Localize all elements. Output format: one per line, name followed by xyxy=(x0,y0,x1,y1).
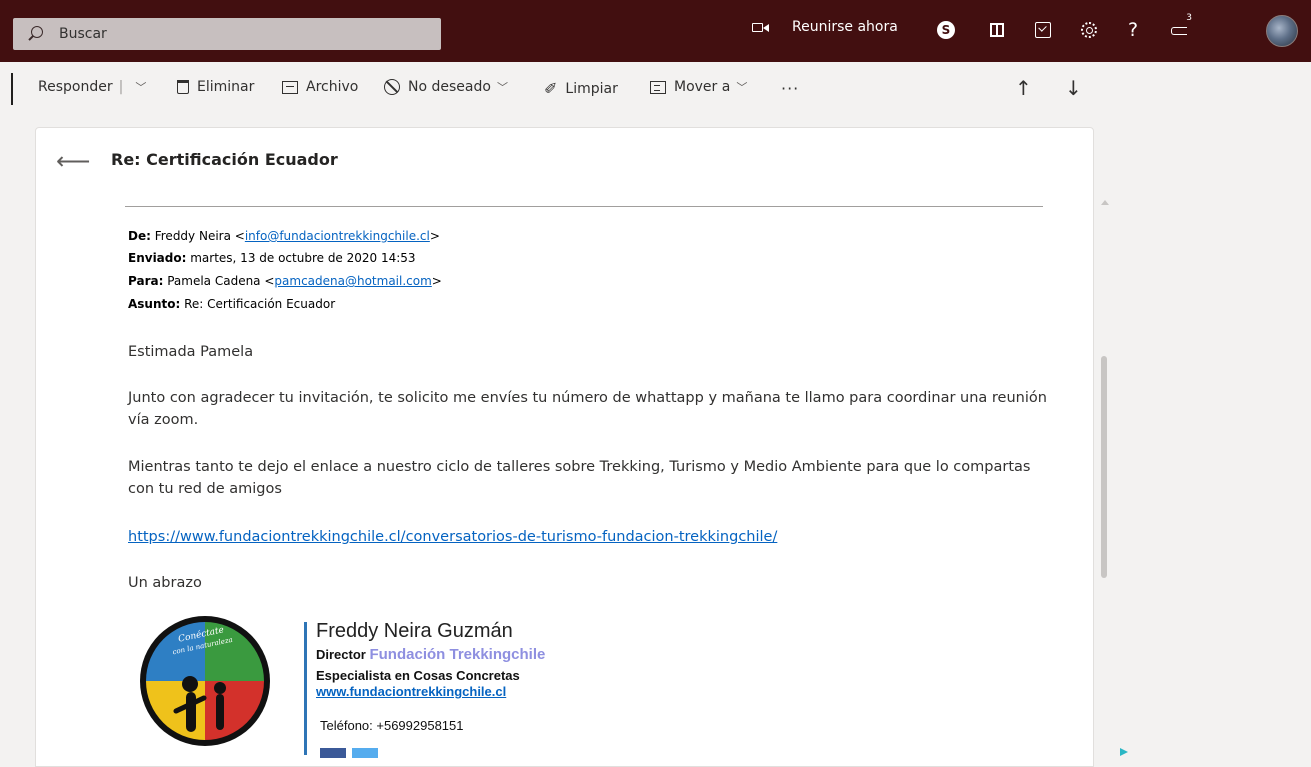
whats-new-button[interactable]: 3 xyxy=(1167,13,1193,43)
facebook-icon[interactable] xyxy=(320,748,346,758)
video-camera-icon xyxy=(752,21,770,33)
sweep-button[interactable]: ✐ Limpiar xyxy=(544,79,618,98)
body-paragraph-1: Junto con agradecer tu invitación, te so… xyxy=(128,390,1047,428)
sent-value: martes, 13 de octubre de 2020 14:53 xyxy=(190,251,416,265)
search-icon xyxy=(27,25,45,43)
delete-button[interactable]: Eliminar xyxy=(177,79,254,95)
junk-button[interactable]: No deseado ﹀ xyxy=(384,79,508,95)
chevron-down-icon[interactable]: ﹀ xyxy=(135,79,146,95)
to-email-link[interactable]: pamcadena@hotmail.com xyxy=(274,274,431,288)
office-icon xyxy=(990,23,1004,37)
todo-icon xyxy=(1035,22,1051,38)
signature-org: Fundación Trekkingchile xyxy=(369,646,546,663)
block-icon xyxy=(384,79,400,95)
pane-edge xyxy=(11,73,13,105)
meet-now-button[interactable]: Reunirse ahora xyxy=(752,19,898,35)
signature-role-line: Director Fundación Trekkingchile xyxy=(316,646,545,663)
chevron-down-icon: ﹀ xyxy=(736,81,748,94)
sent-line: Enviado: martes, 13 de octubre de 2020 1… xyxy=(128,251,416,265)
signature-phone: Teléfono: +56992958151 xyxy=(320,718,464,733)
gear-icon xyxy=(1081,22,1097,38)
search-input[interactable]: Buscar xyxy=(59,26,107,42)
notification-badge: 3 xyxy=(1186,13,1192,23)
signature-accent-bar xyxy=(304,622,307,755)
reply-separator: | xyxy=(118,79,124,95)
previous-message-button[interactable]: ↑ xyxy=(1015,76,1032,100)
settings-button[interactable] xyxy=(1076,17,1102,43)
archive-label: Archivo xyxy=(306,79,359,95)
workshop-link-text[interactable]: https://www.fundaciontrekkingchile.cl/co… xyxy=(128,529,777,545)
reply-label: Responder xyxy=(38,79,113,95)
help-button[interactable]: ? xyxy=(1120,17,1146,43)
move-label: Mover a xyxy=(674,79,731,95)
more-actions-button[interactable]: ··· xyxy=(781,79,799,98)
signature-role: Director xyxy=(316,647,366,662)
signature-website-line[interactable]: www.fundaciontrekkingchile.cl xyxy=(316,684,506,699)
sent-label: Enviado: xyxy=(128,251,187,265)
search-box[interactable]: Buscar xyxy=(13,18,441,50)
next-message-button[interactable]: ↓ xyxy=(1065,76,1082,100)
to-label: Para: xyxy=(128,274,164,288)
closing: Un abrazo xyxy=(128,575,202,591)
skype-button[interactable]: S xyxy=(933,17,959,43)
body-paragraph-2: Mientras tanto te dejo el enlace a nuest… xyxy=(128,459,1031,497)
to-line: Para: Pamela Cadena <pamcadena@hotmail.c… xyxy=(128,274,442,288)
foundation-logo: Conéctate con la naturaleza xyxy=(140,616,270,746)
megaphone-icon: 3 xyxy=(1171,13,1192,37)
subject-label: Asunto: xyxy=(128,297,181,311)
trash-icon xyxy=(177,80,189,94)
chevron-down-icon: ﹀ xyxy=(496,81,508,94)
subject-value: Re: Certificación Ecuador xyxy=(184,297,336,311)
scroll-up-arrow[interactable] xyxy=(1101,200,1109,205)
avatar[interactable] xyxy=(1266,15,1298,47)
subject-line: Asunto: Re: Certificación Ecuador xyxy=(128,297,335,311)
junk-label: No deseado xyxy=(408,79,491,95)
from-label: De: xyxy=(128,229,151,243)
from-email-link[interactable]: info@fundaciontrekkingchile.cl xyxy=(245,229,430,243)
more-icon: ··· xyxy=(781,79,800,98)
sweep-label: Limpiar xyxy=(565,80,618,97)
meet-now-label: Reunirse ahora xyxy=(792,19,898,35)
help-icon: ? xyxy=(1127,19,1139,41)
signature-website-link[interactable]: www.fundaciontrekkingchile.cl xyxy=(316,684,506,699)
reply-button[interactable]: Responder | ﹀ xyxy=(38,79,146,95)
message-subject: Re: Certificación Ecuador xyxy=(111,150,338,169)
delete-label: Eliminar xyxy=(197,79,255,95)
divider xyxy=(125,206,1043,207)
signature-tagline: Especialista en Cosas Concretas xyxy=(316,668,520,683)
signature-name: Freddy Neira Guzmán xyxy=(316,620,513,642)
skype-icon: S xyxy=(937,21,955,39)
twitter-icon[interactable] xyxy=(352,748,378,758)
broom-icon: ✐ xyxy=(544,79,558,98)
office-apps-button[interactable] xyxy=(984,17,1010,43)
workshop-link[interactable]: https://www.fundaciontrekkingchile.cl/co… xyxy=(128,526,1053,548)
move-folder-icon xyxy=(650,80,666,94)
from-name: Freddy Neira < xyxy=(154,229,245,243)
greeting: Estimada Pamela xyxy=(128,344,254,360)
archive-button[interactable]: Archivo xyxy=(282,79,358,95)
from-line: De: Freddy Neira <info@fundaciontrekking… xyxy=(128,229,440,243)
move-to-button[interactable]: Mover a ﹀ xyxy=(650,79,747,95)
scrollbar-thumb[interactable] xyxy=(1101,356,1107,578)
todo-button[interactable] xyxy=(1030,17,1056,43)
to-name: Pamela Cadena < xyxy=(167,274,275,288)
back-arrow-icon[interactable]: ⟵ xyxy=(56,147,90,175)
archive-icon xyxy=(282,80,298,94)
